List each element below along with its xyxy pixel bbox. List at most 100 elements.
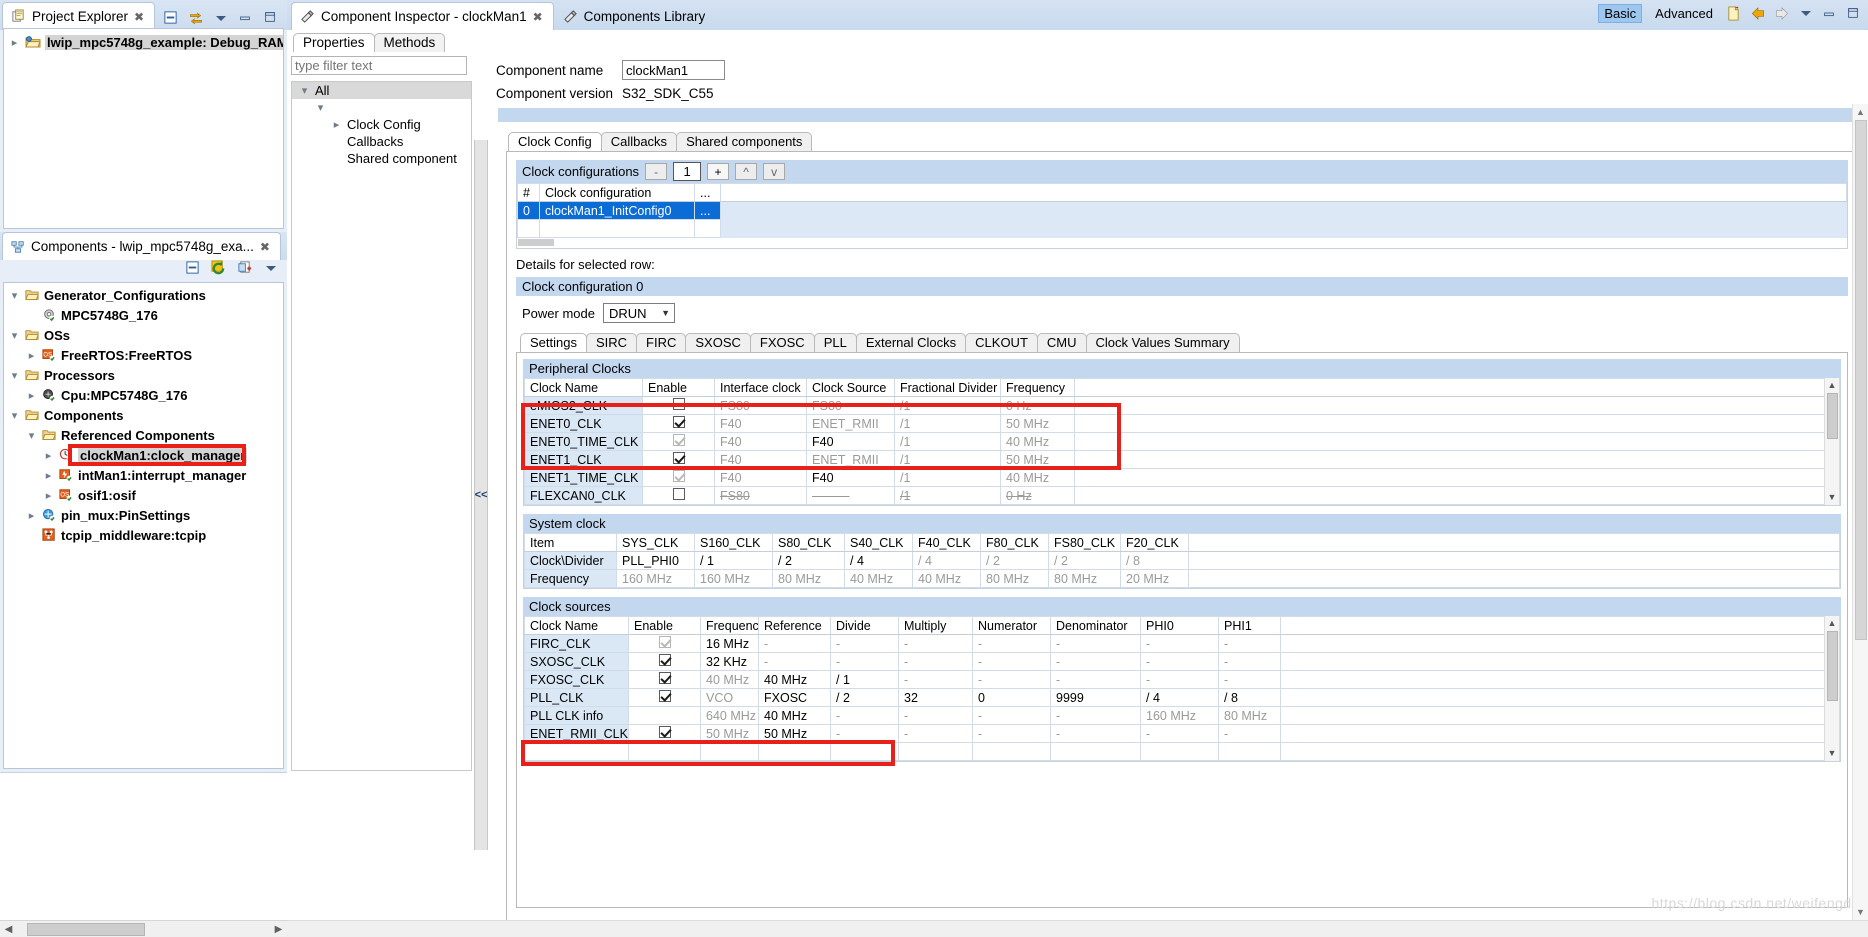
table-row[interactable]: ENET0_CLK F40 ENET_RMII/1 50 MHz: [524, 414, 1840, 433]
maximize-icon[interactable]: [263, 10, 279, 26]
editor-horizontal-scrollbar[interactable]: [287, 920, 1868, 937]
table-row[interactable]: Clock\Divider PLL_PHI0/ 1/ 2/ 4/ 4/ 2/ 2/…: [524, 551, 1840, 570]
checkbox-icon[interactable]: [672, 434, 685, 446]
scroll-down-arrow[interactable]: ▼: [1825, 490, 1840, 505]
checkbox-icon[interactable]: [672, 452, 685, 464]
move-config-up-button[interactable]: ^: [735, 163, 758, 180]
new-note-icon[interactable]: [1726, 5, 1742, 22]
tab-pll[interactable]: PLL: [813, 333, 857, 352]
add-config-button[interactable]: +: [707, 163, 730, 180]
editor-vertical-scrollbar[interactable]: ▲ ▼: [1852, 104, 1868, 920]
import-component-icon[interactable]: [237, 260, 253, 276]
checkbox-icon[interactable]: [672, 488, 685, 500]
back-arrow-icon[interactable]: [1750, 6, 1766, 22]
enable-checkbox-cell[interactable]: [642, 432, 715, 451]
tree-item-project[interactable]: ▸ lwip_mpc5748g_example: Debug_RAM: [4, 32, 283, 52]
peripheral-clocks-vscrollbar[interactable]: ▲ ▼: [1824, 378, 1839, 505]
chevron-right-icon[interactable]: ▸: [8, 36, 21, 49]
tab-firc[interactable]: FIRC: [636, 333, 687, 352]
table-row[interactable]: FXOSC_CLK 40 MHz 40 MHz/ 1-----: [524, 670, 1840, 689]
components-tree-item[interactable]: MPC5748G_176: [4, 305, 283, 325]
clock-sources-vscrollbar[interactable]: ▲ ▼: [1824, 616, 1839, 761]
close-icon[interactable]: ✖: [533, 10, 543, 24]
checkbox-icon[interactable]: [658, 690, 671, 702]
chevron-down-icon[interactable]: ▾: [298, 84, 311, 97]
checkbox-icon[interactable]: [672, 416, 685, 428]
checkbox-icon[interactable]: [672, 470, 685, 482]
property-tree-item[interactable]: ▾ All: [292, 82, 471, 99]
tab-components-library[interactable]: Components Library: [554, 2, 717, 30]
refresh-icon[interactable]: [211, 260, 227, 276]
tab-sxosc[interactable]: SXOSC: [685, 333, 751, 352]
tab-settings[interactable]: Settings: [520, 333, 587, 352]
checkbox-icon[interactable]: [658, 726, 671, 738]
filter-input[interactable]: [291, 56, 467, 75]
chevron-right-icon[interactable]: ▸: [330, 118, 343, 131]
table-row[interactable]: SXOSC_CLK 32 KHz - - - - - - -: [524, 652, 1840, 671]
tab-sirc[interactable]: SIRC: [585, 333, 638, 352]
enable-checkbox-cell[interactable]: [642, 486, 715, 505]
maximize-icon[interactable]: [1846, 6, 1862, 22]
tab-clock-config[interactable]: Clock Config: [508, 132, 602, 151]
enable-checkbox-cell[interactable]: [628, 724, 701, 743]
chevron-down-icon[interactable]: ▾: [8, 409, 21, 422]
remove-config-button[interactable]: -: [645, 163, 668, 180]
table-row[interactable]: ENET1_CLK F40 ENET_RMII/1 50 MHz: [524, 450, 1840, 469]
peripheral-clocks-table[interactable]: Clock Name Enable Interface clock Clock Sou…: [521, 378, 1841, 506]
enable-checkbox-cell[interactable]: [642, 468, 715, 487]
scroll-up-arrow[interactable]: ▲: [1825, 378, 1840, 393]
forward-arrow-icon[interactable]: [1774, 6, 1790, 22]
chevron-right-icon[interactable]: ▸: [42, 489, 55, 502]
minimize-icon[interactable]: [1822, 6, 1838, 22]
table-row[interactable]: Frequency 160 MHz 160 MHz 80 MHz 40 MHz 40 MH…: [524, 569, 1840, 588]
move-config-down-button[interactable]: v: [763, 163, 786, 180]
components-tree-item[interactable]: ▸ OS osif1:osif: [4, 485, 283, 505]
components-tree-item[interactable]: ▸ Cpu:MPC5748G_176: [4, 385, 283, 405]
view-menu-icon[interactable]: [263, 260, 279, 276]
components-tree-item[interactable]: ▾ Components: [4, 405, 283, 425]
components-tree-item[interactable]: ▾ Referenced Components: [4, 425, 283, 445]
scroll-down-arrow[interactable]: ▼: [1853, 904, 1868, 920]
components-tree-item[interactable]: ▾ OSs: [4, 325, 283, 345]
tab-clock-values-summary[interactable]: Clock Values Summary: [1085, 333, 1240, 352]
tab-cmu[interactable]: CMU: [1036, 333, 1087, 352]
minimize-icon[interactable]: [238, 10, 254, 26]
table-row[interactable]: FIRC_CLK 16 MHz - - - - - - -: [524, 634, 1840, 653]
power-mode-select[interactable]: DRUN ▼: [602, 303, 675, 323]
tab-project-explorer[interactable]: Project Explorer ✖: [2, 2, 156, 30]
table-row[interactable]: 0 clockMan1_InitConfig0 ...: [517, 201, 1847, 220]
chevron-down-icon[interactable]: ▾: [8, 289, 21, 302]
tab-shared-components[interactable]: Shared components: [676, 132, 813, 151]
enable-checkbox-cell[interactable]: [642, 414, 715, 433]
enable-checkbox-cell[interactable]: [642, 450, 715, 469]
table-row[interactable]: PLL CLK info 640 MHz 40 MHz - - - -160 MHz 80 M…: [524, 706, 1840, 725]
project-explorer-tree[interactable]: ▸ lwip_mpc5748g_example: Debug_RAM: [3, 28, 284, 229]
system-clock-table[interactable]: Item SYS_CLK S160_CLK S80_CLK S40_CLK F40_CLK…: [523, 533, 1841, 589]
view-menu-icon[interactable]: [213, 10, 229, 26]
tab-component-inspector[interactable]: Component Inspector - clockMan1 ✖: [291, 2, 554, 30]
table-row[interactable]: eMIOS2_CLK FS80 FS80/1 0 Hz: [524, 396, 1840, 415]
scroll-down-arrow[interactable]: ▼: [1825, 746, 1840, 761]
table-row[interactable]: ENET0_TIME_CLK F40 F40/1 40 MHz: [524, 432, 1840, 451]
link-with-editor-icon[interactable]: [188, 10, 204, 26]
checkbox-icon[interactable]: [658, 636, 671, 648]
left-horizontal-scrollbar[interactable]: ◀ ▶: [0, 920, 287, 937]
collapse-all-icon[interactable]: [185, 260, 201, 276]
scroll-up-arrow[interactable]: ▲: [1853, 104, 1868, 120]
scroll-thumb[interactable]: [1826, 393, 1838, 439]
components-tree-item[interactable]: ▸ intMan1:interrupt_manager: [4, 465, 283, 485]
tab-external-clocks[interactable]: External Clocks: [855, 333, 967, 352]
components-tree-item[interactable]: ▸ clockMan1:clock_manager: [4, 445, 283, 465]
collapse-panel-handle[interactable]: <<: [474, 139, 488, 850]
clock-configurations-table[interactable]: # Clock configuration ... 0 clockMan1_In…: [516, 183, 1848, 249]
table-row[interactable]: ENET1_TIME_CLK F40 F40/1 40 MHz: [524, 468, 1840, 487]
collapse-all-icon[interactable]: [163, 10, 179, 26]
components-tree-item[interactable]: tcpip_middleware:tcpip: [4, 525, 283, 545]
chevron-down-icon[interactable]: ▾: [314, 101, 327, 114]
enable-checkbox-cell[interactable]: [628, 634, 701, 653]
components-tree-item[interactable]: ▾ Generator_Configurations: [4, 285, 283, 305]
property-tree-item[interactable]: Shared component: [292, 150, 471, 167]
chevron-right-icon[interactable]: ▸: [42, 469, 55, 482]
property-tree-item[interactable]: ▾: [292, 99, 471, 116]
tab-callbacks[interactable]: Callbacks: [600, 132, 678, 151]
